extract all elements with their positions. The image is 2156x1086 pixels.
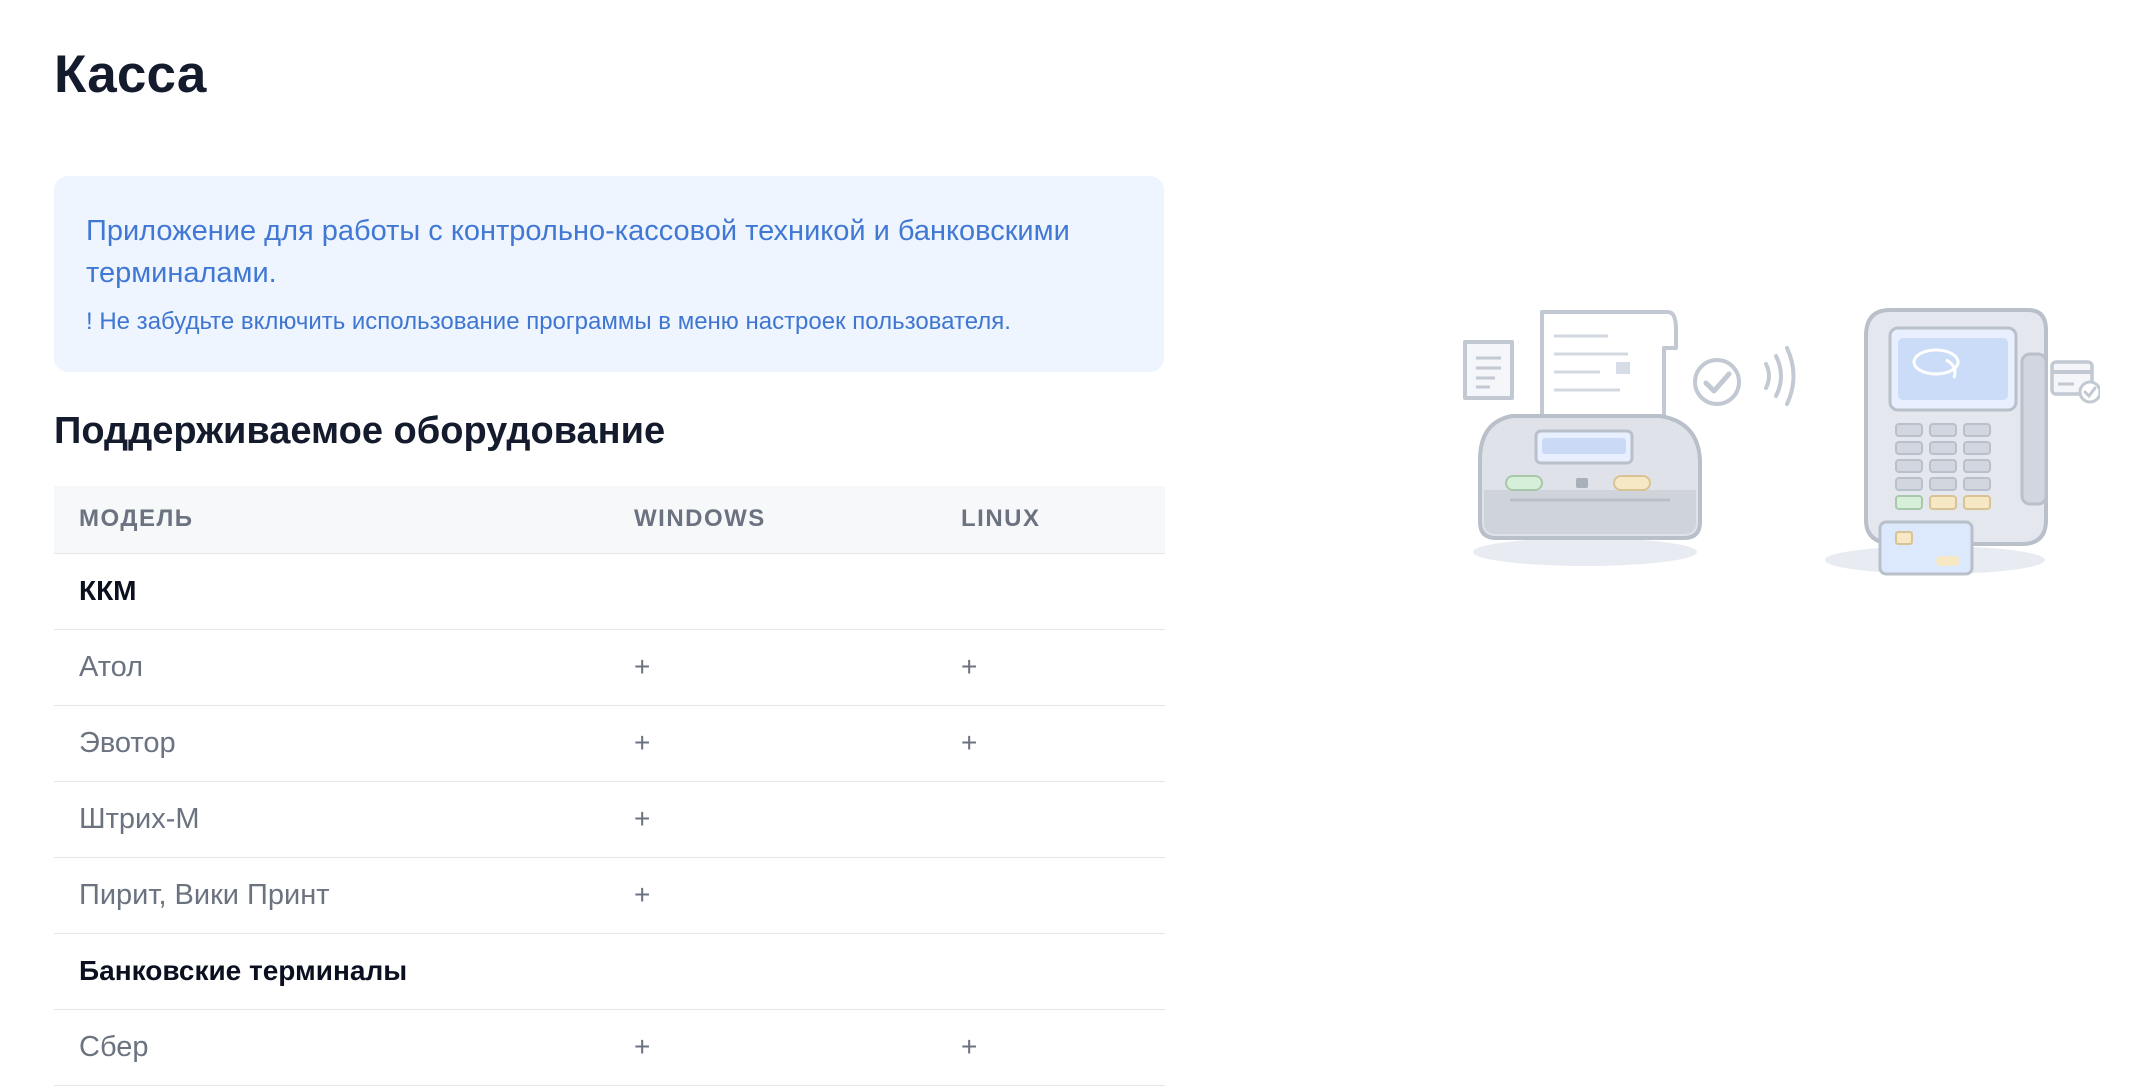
pos-hardware-illustration <box>1463 308 2100 576</box>
table-row: Эвотор + + <box>54 705 1165 782</box>
model-cell: Эвотор <box>54 705 609 782</box>
page-title: Касса <box>54 45 207 104</box>
linux-support-cell: + <box>936 629 1165 706</box>
table-group-row: Банковские терминалы <box>54 933 1165 1010</box>
linux-support-cell: + <box>936 705 1165 782</box>
windows-support-cell: + <box>609 705 936 782</box>
group-label-kkm: ККМ <box>54 553 1165 630</box>
section-title-hardware: Поддерживаемое оборудование <box>54 410 666 452</box>
linux-support-cell: + <box>936 1009 1165 1086</box>
table-group-row: ККМ <box>54 553 1165 630</box>
model-cell: Атол <box>54 629 609 706</box>
column-header-model: Модель <box>54 486 609 554</box>
credit-card-icon <box>2050 360 2100 404</box>
payment-terminal-icon <box>1825 308 2048 576</box>
table-row: Штрих-М + <box>54 781 1165 858</box>
model-cell: Штрих-М <box>54 781 609 858</box>
contactless-icon <box>1764 346 1796 406</box>
column-header-linux: Linux <box>936 486 1165 554</box>
model-cell: Сбер <box>54 1009 609 1086</box>
table-row: Пирит, Вики Принт + <box>54 857 1165 934</box>
linux-support-cell <box>936 857 1165 934</box>
receipt-icon <box>1463 340 1514 400</box>
table-header-row: Модель Windows Linux <box>54 486 1165 554</box>
windows-support-cell: + <box>609 629 936 706</box>
windows-support-cell: + <box>609 857 936 934</box>
hardware-table: Модель Windows Linux ККМ Атол + + Эвотор… <box>54 486 1165 1086</box>
table-row: Сбер + + <box>54 1009 1165 1086</box>
model-cell: Пирит, Вики Принт <box>54 857 609 934</box>
table-row: Атол + + <box>54 629 1165 706</box>
linux-support-cell <box>936 781 1165 858</box>
info-note: ! Не забудьте включить использование про… <box>86 308 1011 335</box>
group-label-bank-terminals: Банковские терминалы <box>54 933 1165 1010</box>
column-header-windows: Windows <box>609 486 936 554</box>
windows-support-cell: + <box>609 1009 936 1086</box>
windows-support-cell: + <box>609 781 936 858</box>
info-description: Приложение для работы с контрольно-кассо… <box>86 215 1070 289</box>
checkmark-icon <box>1693 358 1741 406</box>
info-banner: Приложение для работы с контрольно-кассо… <box>54 176 1164 372</box>
